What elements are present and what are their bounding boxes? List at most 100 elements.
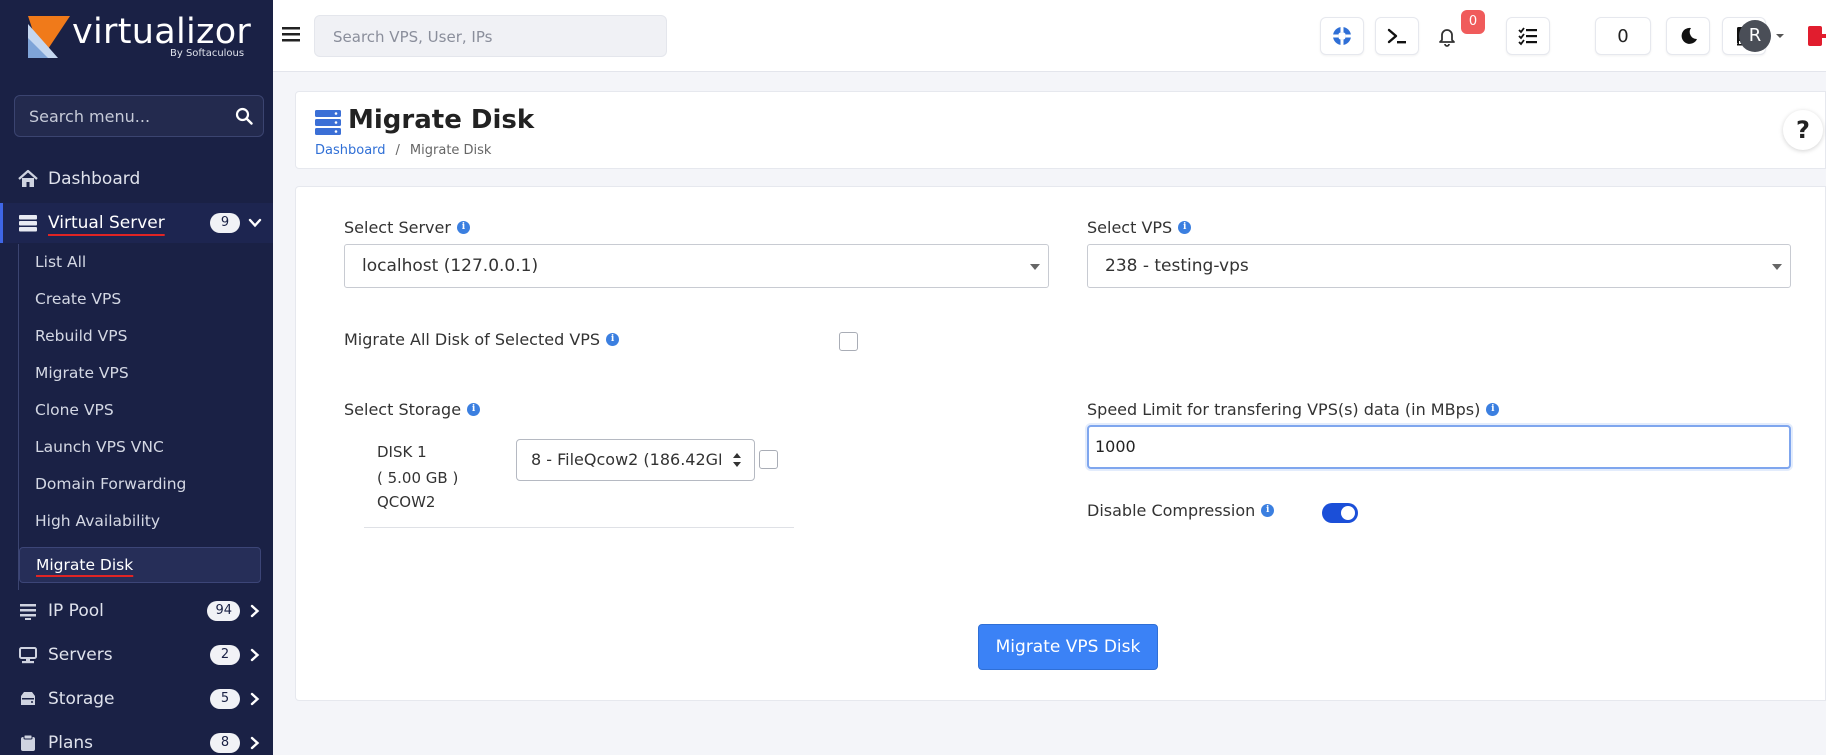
chevron-right-icon[interactable] [248,692,262,706]
hamburger-menu-icon[interactable] [281,25,301,43]
server-stack-icon [315,110,341,135]
breadcrumb-separator: / [395,143,400,158]
sidebar-search [14,95,264,137]
chevron-right-icon[interactable] [248,736,262,750]
terminal-button[interactable] [1375,17,1419,55]
submenu-label: Launch VPS VNC [35,438,164,456]
logo-mark-icon [28,16,70,58]
disable-compression-label: Disable Compression i [1087,501,1275,520]
submenu-item-clone-vps[interactable]: Clone VPS [19,392,261,428]
disk-name: DISK 1 [377,443,427,461]
sidebar-item-servers[interactable]: Servers 2 [0,635,273,675]
task-list-icon [1518,27,1537,46]
select-vps-dropdown[interactable]: 238 - testing-vps [1087,244,1791,288]
lifebuoy-icon [1333,27,1351,45]
selected-value: localhost (127.0.0.1) [362,256,539,276]
select-updown-icon [733,453,741,467]
select-vps-label: Select VPS i [1087,218,1192,237]
caret-down-icon [1772,264,1782,270]
info-icon[interactable]: i [606,333,620,346]
sidebar-item-label: Virtual Server [48,213,165,233]
sidebar-search-input[interactable] [29,107,229,126]
tasks-button[interactable] [1506,17,1550,55]
info-icon[interactable]: i [467,403,481,416]
submenu-label: Create VPS [35,290,122,308]
disk-storage-select[interactable]: 8 - FileQcow2 (186.42GB) [516,439,755,481]
sidebar-item-ip-pool[interactable]: IP Pool 94 [0,591,273,631]
disk-select-checkbox[interactable] [759,450,778,469]
submenu-label: List All [35,253,87,271]
sidebar: virtualizor By Softaculous Dashboard Vir… [0,0,273,755]
count-badge: 5 [210,689,240,709]
submenu-label: Clone VPS [35,401,114,419]
select-server-dropdown[interactable]: localhost (127.0.0.1) [344,244,1049,288]
sidebar-item-dashboard[interactable]: Dashboard [0,159,273,199]
theme-toggle-button[interactable] [1666,17,1710,55]
submenu-item-high-availability[interactable]: High Availability [19,503,261,539]
global-search-input[interactable] [333,28,643,46]
selected-value: 8 - FileQcow2 (186.42GB) [531,450,721,469]
page-title: Migrate Disk [348,105,535,135]
sidebar-item-label: IP Pool [48,601,104,621]
bell-icon [1439,29,1455,47]
disable-compression-toggle[interactable] [1322,503,1358,523]
submenu-item-list-all[interactable]: List All [19,244,261,280]
submenu-item-migrate-vps[interactable]: Migrate VPS [19,355,261,391]
sidebar-item-plans[interactable]: Plans 8 [0,723,273,755]
label-text: Select VPS [1087,218,1173,237]
breadcrumb: Dashboard / Migrate Disk [315,143,491,158]
topbar: 0 R [273,0,1826,72]
home-icon [18,169,38,187]
logout-icon[interactable] [1806,22,1826,50]
submenu-label: Migrate Disk [36,556,134,574]
label-text: Migrate All Disk of Selected VPS [344,330,601,349]
caret-down-icon[interactable] [1775,31,1785,41]
info-icon[interactable]: i [1178,221,1192,234]
submenu-label: Rebuild VPS [35,327,128,345]
submenu-item-migrate-disk[interactable]: Migrate Disk [19,547,261,583]
submenu-item-domain-forwarding[interactable]: Domain Forwarding [19,466,261,502]
task-count-box[interactable]: 0 [1595,17,1651,55]
select-server-label: Select Server i [344,218,470,237]
chevron-right-icon[interactable] [248,648,262,662]
count-badge: 8 [210,733,240,753]
label-text: Disable Compression [1087,501,1256,520]
server-icon [19,647,37,664]
submenu-item-create-vps[interactable]: Create VPS [19,281,261,317]
info-icon[interactable]: i [1261,504,1275,517]
migrate-all-checkbox[interactable] [839,332,858,351]
sidebar-item-storage[interactable]: Storage 5 [0,679,273,719]
info-icon[interactable]: i [1486,403,1500,416]
submenu-item-launch-vps-vnc[interactable]: Launch VPS VNC [19,429,261,465]
chevron-right-icon[interactable] [248,604,262,618]
label-text: Select Server [344,218,451,237]
storage-icon [21,692,35,705]
user-avatar[interactable]: R [1739,20,1771,52]
label-text: Select Storage [344,400,462,419]
toggle-knob [1341,506,1355,520]
sidebar-item-label: Storage [48,689,115,709]
task-count: 0 [1617,25,1629,47]
migrate-vps-disk-button[interactable]: Migrate VPS Disk [978,624,1158,670]
count-badge: 2 [210,645,240,665]
plans-icon [21,734,35,751]
count-badge: 94 [207,601,240,621]
virtualizor-logo[interactable]: virtualizor By Softaculous [28,12,268,62]
help-button[interactable]: ? [1783,110,1823,150]
brand-byline: By Softaculous [170,48,245,59]
speed-limit-label: Speed Limit for transfering VPS(s) data … [1087,400,1500,419]
list-icon [20,604,36,620]
sidebar-item-virtual-server[interactable]: Virtual Server 9 [0,203,273,243]
chevron-down-icon[interactable] [248,216,262,230]
submenu-item-rebuild-vps[interactable]: Rebuild VPS [19,318,261,354]
info-icon[interactable]: i [456,221,470,234]
breadcrumb-home-link[interactable]: Dashboard [315,143,386,158]
select-storage-label: Select Storage i [344,400,481,419]
disk-format: QCOW2 [377,493,436,511]
speed-limit-input[interactable] [1095,437,1775,456]
disk-row-divider [364,527,794,528]
search-icon[interactable] [235,107,253,125]
submenu-label: High Availability [35,512,161,530]
page-header-card: Migrate Disk Dashboard / Migrate Disk [295,91,1826,169]
support-button[interactable] [1320,17,1364,55]
